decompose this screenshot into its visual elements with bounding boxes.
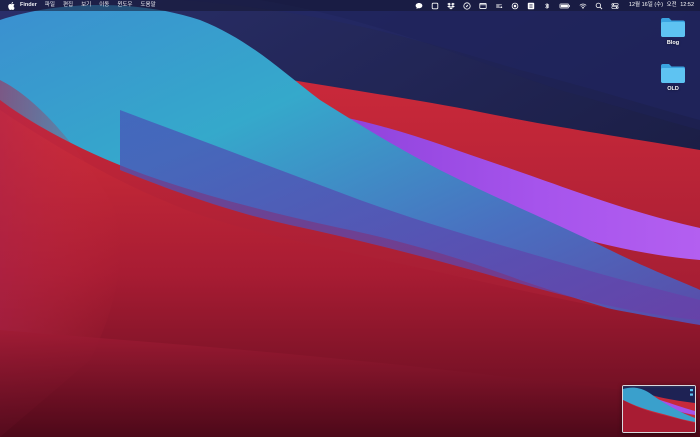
wifi-icon[interactable] <box>579 2 587 10</box>
screenshot-thumbnail[interactable] <box>622 385 696 433</box>
message-icon[interactable] <box>415 2 423 10</box>
menu-go[interactable]: 이동 <box>95 0 113 11</box>
folder-icon <box>661 64 685 83</box>
clock-date: 12월 16일 (수) <box>628 2 664 8</box>
desktop-icon-label: Blog <box>666 40 680 46</box>
menu-bar-clock[interactable]: 12월 16일 (수) 오전 12:52 <box>627 0 694 11</box>
battery-icon <box>559 2 571 10</box>
grid-app-icon[interactable] <box>527 2 535 10</box>
dropbox-icon[interactable] <box>447 2 455 10</box>
menu-edit[interactable]: 편집 <box>59 0 77 11</box>
wallpaper <box>0 0 700 437</box>
menu-help[interactable]: 도움말 <box>137 0 160 11</box>
desktop-folder-blog[interactable]: Blog <box>653 16 693 46</box>
control-center-icon[interactable] <box>611 2 619 10</box>
menu-file[interactable]: 파일 <box>41 0 59 11</box>
search-icon[interactable] <box>595 2 603 10</box>
menu-bar-left: Finder 파일 편집 보기 이동 윈도우 도움말 <box>0 0 160 11</box>
bluetooth-icon[interactable] <box>543 2 551 10</box>
record-icon[interactable] <box>511 2 519 10</box>
menu-view[interactable]: 보기 <box>77 0 95 11</box>
desktop-icon-label: OLD <box>667 86 679 92</box>
desktop: Finder 파일 편집 보기 이동 윈도우 도움말 12월 16일 (수) 오… <box>0 0 700 437</box>
desktop-folder-old[interactable]: OLD <box>653 62 693 92</box>
thumbnail-preview-image <box>623 386 695 432</box>
wifi-menu-icon[interactable] <box>495 2 503 10</box>
folder-icon <box>661 18 685 37</box>
stop-square-icon[interactable] <box>431 2 439 10</box>
menu-bar-right: 12월 16일 (수) 오전 12:52 <box>411 0 700 11</box>
window-icon[interactable] <box>479 2 487 10</box>
clock-time: 12:52 <box>680 2 694 8</box>
menu-app-finder[interactable]: Finder <box>15 0 41 11</box>
menu-bar: Finder 파일 편집 보기 이동 윈도우 도움말 12월 16일 (수) 오… <box>0 0 700 11</box>
menu-window[interactable]: 윈도우 <box>113 0 136 11</box>
apple-logo-icon[interactable] <box>8 1 15 10</box>
compass-icon[interactable] <box>463 1 471 10</box>
clock-ampm: 오전 <box>666 2 677 8</box>
